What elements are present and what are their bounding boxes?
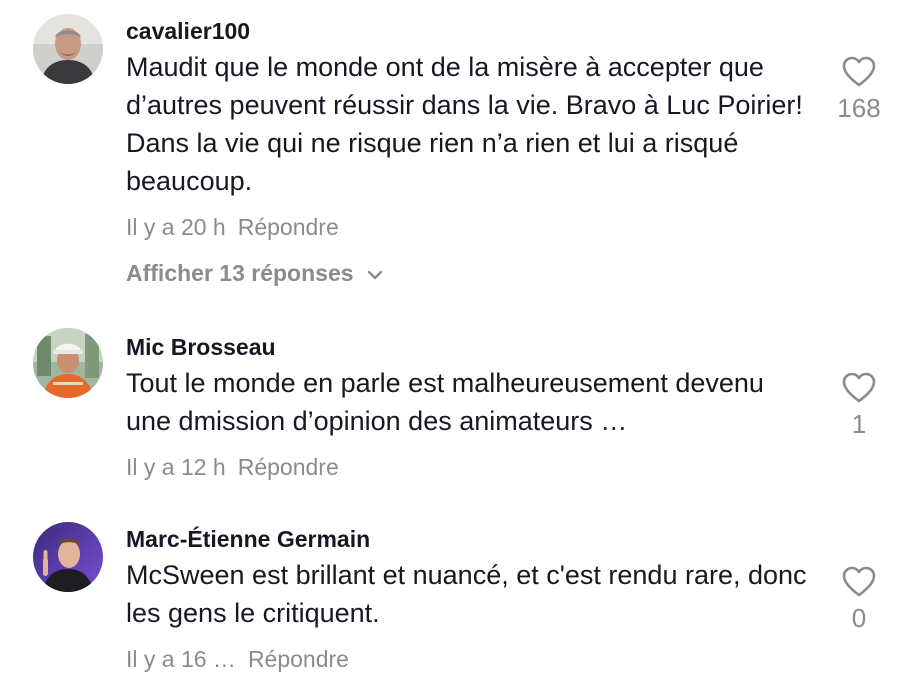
comment-text: Tout le monde en parle est malheureuseme…: [126, 368, 764, 436]
comment-username[interactable]: cavalier100: [126, 16, 816, 46]
like-count: 1: [851, 409, 867, 439]
heart-outline-icon: [832, 372, 886, 404]
avatar[interactable]: [33, 522, 103, 592]
like-button[interactable]: 168: [832, 56, 886, 124]
like-count: 168: [837, 93, 881, 123]
comment-body: Marc-Étienne Germain McSween est brillan…: [126, 524, 816, 674]
comment-body: Mic Brosseau Tout le monde en parle est …: [126, 332, 816, 482]
comment-meta: Il y a 12 h Répondre: [126, 452, 816, 482]
reply-button[interactable]: Répondre: [238, 212, 339, 242]
comment-username[interactable]: Mic Brosseau: [126, 332, 816, 362]
comment-text: McSween est brillant et nuancé, et c'est…: [126, 560, 807, 628]
comment-text: Maudit que le monde ont de la misère à a…: [126, 52, 803, 196]
avatar[interactable]: [33, 14, 103, 84]
avatar[interactable]: [33, 328, 103, 398]
comment-meta: Il y a 16 … Répondre: [126, 644, 816, 674]
heart-outline-icon: [832, 56, 886, 88]
comment-body: cavalier100 Maudit que le monde ont de l…: [126, 16, 816, 288]
heart-outline-icon: [832, 566, 886, 598]
comment-timestamp: Il y a 16 …: [126, 646, 236, 672]
like-button[interactable]: 1: [832, 372, 886, 440]
view-replies-button[interactable]: Afficher 13 réponses: [126, 258, 816, 288]
comment-timestamp: Il y a 12 h: [126, 454, 226, 480]
comment-timestamp: Il y a 20 h: [126, 214, 226, 240]
comment-meta: Il y a 20 h Répondre: [126, 212, 816, 242]
reply-button[interactable]: Répondre: [238, 452, 339, 482]
reply-button[interactable]: Répondre: [248, 644, 349, 674]
like-button[interactable]: 0: [832, 566, 886, 634]
comment-username[interactable]: Marc-Étienne Germain: [126, 524, 816, 554]
view-replies-label: Afficher 13 réponses: [126, 260, 354, 286]
chevron-down-icon: [366, 258, 384, 288]
like-count: 0: [851, 603, 867, 633]
